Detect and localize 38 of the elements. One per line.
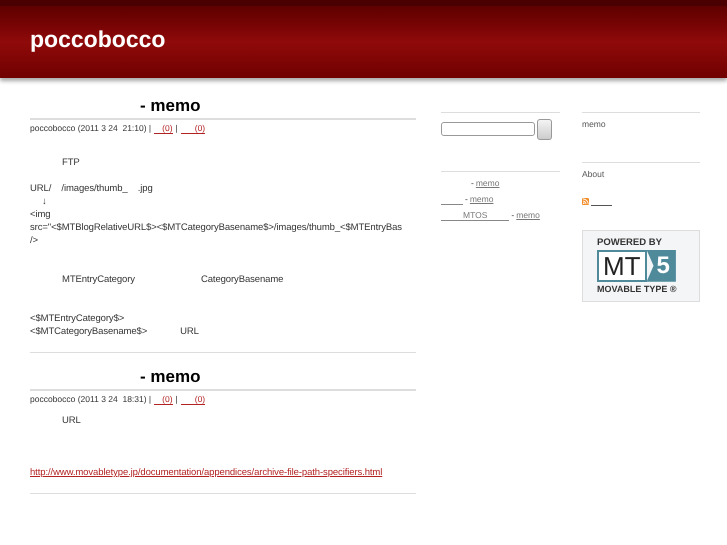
entry-meta: poccobocco (2011 3 24 21:10) | [30, 122, 152, 134]
body-text: <$MTEntryCategory$> [30, 312, 124, 325]
separator-text: - [465, 193, 468, 206]
comments-link[interactable]: (0) [154, 122, 173, 134]
body-text: /> [30, 234, 38, 247]
trackbacks-link[interactable]: (0) [180, 122, 206, 134]
body-text: FTP [61, 156, 80, 169]
badge-bottom-text: MOVABLE TYPE ® [597, 284, 676, 295]
body-text: URL/ /images/thumb_ .jpg [30, 182, 153, 195]
rss-icon [582, 198, 589, 206]
search-button[interactable] [537, 118, 552, 140]
category-link[interactable]: memo [470, 193, 494, 206]
down-arrow-text: ↓ [41, 195, 47, 208]
meta-separator: | [176, 122, 178, 134]
separator-text: - [471, 177, 474, 190]
trackbacks-link[interactable]: (0) [180, 394, 206, 404]
category-link[interactable]: memo [476, 177, 500, 190]
search-field[interactable] [441, 122, 535, 136]
body-text: MTEntryCategory CategoryBasename [61, 273, 284, 286]
about-heading: About [582, 169, 604, 179]
entry-title[interactable]: - memo [140, 367, 200, 386]
body-text: src="<$MTBlogRelativeURL$><$MTCategoryBasename$>/images/thumb_<$MTEntryBas [30, 221, 402, 234]
badge-mark: MT [597, 250, 647, 282]
entry-title[interactable]: - memo [140, 96, 200, 115]
entry-link[interactable]: MTOS [441, 210, 510, 221]
separator-text: - [511, 209, 514, 222]
category-link[interactable]: memo [516, 209, 540, 222]
category-link[interactable]: memo [582, 119, 606, 129]
url-link[interactable]: http://www.movabletype.jp/documentation/appendices/archive-file-path-specifiers.html [30, 466, 382, 479]
body-text: <img [30, 208, 50, 221]
badge-number: 5 [646, 250, 676, 282]
meta-separator: | [176, 392, 178, 406]
site-title[interactable]: poccobocco [30, 22, 166, 56]
body-text: <$MTCategoryBasename$> URL [30, 325, 199, 338]
comments-link[interactable]: (0) [154, 394, 173, 404]
entry-meta: poccobocco (2011 3 24 18:31) | [30, 392, 152, 406]
badge-top-text: POWERED BY [597, 236, 662, 248]
body-text: URL [61, 414, 81, 427]
